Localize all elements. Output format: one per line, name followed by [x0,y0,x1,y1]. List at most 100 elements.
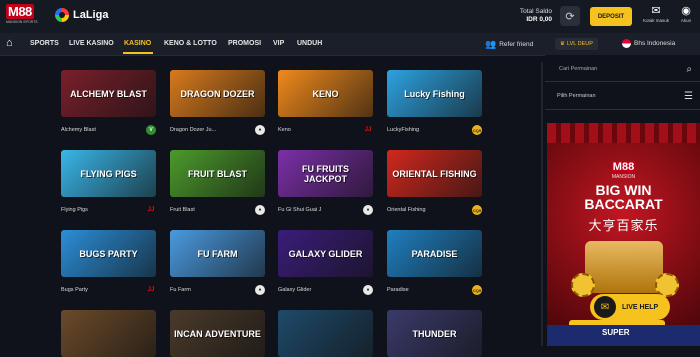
game-thumbnail[interactable]: THUNDER [387,310,482,357]
curtain-decoration [547,123,700,143]
game-thumbnail-title: FU FRUITS JACKPOT [302,163,349,184]
people-icon: 👥 [485,39,497,49]
game-thumbnail[interactable]: DRAGON DOZER [170,70,265,117]
game-thumbnail[interactable]: ORIENTAL FISHING [387,150,482,197]
nav-keno-lotto[interactable]: KENO & LOTTO [164,40,217,47]
nav-promosi[interactable]: PROMOSI [228,40,261,47]
search-icon[interactable]: ⌕ [686,64,692,75]
game-thumbnail-title: PARADISE [411,248,458,259]
account-label: Akun [680,18,692,23]
game-thumbnail[interactable]: Lucky Fishing [387,70,482,117]
refer-friend-link[interactable]: 👥 Refer friend [485,39,533,50]
partner-logo: LaLiga [55,8,108,22]
game-thumbnail-title: ORIENTAL FISHING [392,168,477,179]
game-card[interactable] [61,310,156,357]
game-filter[interactable]: Pilih Permainan ☰ [545,86,700,110]
game-card[interactable]: Lucky Fishing LuckyFishing CQ9 [387,70,482,135]
balance-display: Total Saldo IDR 0,00 [520,8,552,24]
nav-live-kasino[interactable]: LIVE KASINO [69,40,114,47]
provider-badge-icon: CQ9 [472,205,482,215]
game-card[interactable]: INCAN ADVENTURE [170,310,265,357]
game-card[interactable]: FRUIT BLAST Fruit Blast ● [170,150,265,215]
secondary-promo-text: SUPER [602,328,630,337]
nav-kasino[interactable]: KASINO [124,40,151,47]
deposit-button[interactable]: DEPOSIT [590,7,632,26]
language-selector[interactable]: Bhs Indonesia [622,39,675,48]
mail-icon: ✉ [651,5,661,17]
banner-headline-2: BACCARAT [584,196,663,212]
game-card[interactable]: ORIENTAL FISHING Oriental Fishing CQ9 [387,150,482,215]
home-icon[interactable]: ⌂ [6,37,13,49]
game-thumbnail[interactable]: PARADISE [387,230,482,277]
game-thumbnail[interactable]: FU FRUITS JACKPOT [278,150,373,197]
provider-badge-icon: ● [255,205,265,215]
game-card[interactable]: FU FARM Fu Farm ● [170,230,265,295]
game-name: LuckyFishing [387,127,420,133]
game-thumbnail[interactable] [278,310,373,357]
game-card[interactable]: THUNDER [387,310,482,357]
banner-logo-text: M88 [610,161,637,173]
game-search-input[interactable] [557,65,671,73]
provider-badge-icon: JJ [364,127,372,133]
game-card[interactable]: DRAGON DOZER Dragon Dozer Ju... ● [170,70,265,135]
brand-logo-text: M88 [6,4,48,19]
banner-logo: M88 [547,161,700,173]
game-thumbnail[interactable]: GALAXY GLIDER [278,230,373,277]
secondary-promo-banner[interactable]: SUPER [547,325,700,346]
refresh-balance-button[interactable]: ⟳ [560,6,580,26]
crown-icon: ♛ [560,41,565,47]
game-card[interactable]: GALAXY GLIDER Galaxy Glider ● [278,230,373,295]
game-name: Fu Farm [170,287,191,293]
chip-icon [571,273,595,297]
game-name: Bugs Party [61,287,88,293]
game-name: Flying Pigs [61,207,88,213]
game-thumbnail[interactable]: ALCHEMY BLAST [61,70,156,117]
game-thumbnail-title: THUNDER [412,328,457,339]
game-thumbnail-title: FRUIT BLAST [188,168,247,179]
account-button[interactable]: ◉ Akun [672,5,700,23]
game-thumbnail[interactable]: FLYING PIGS [61,150,156,197]
game-card[interactable] [278,310,373,357]
chat-icon: ✉ [594,296,616,318]
banner-logo-sub: MANSION [611,174,636,180]
nav-sports[interactable]: SPORTS [30,40,59,47]
game-name: Alchemy Blast [61,127,96,133]
balance-value: IDR 0,00 [526,16,552,23]
vip-level-badge[interactable]: ♛ LVL DEUP [555,38,598,50]
game-thumbnail[interactable]: BUGS PARTY [61,230,156,277]
inbox-button[interactable]: ✉ Kotak masuk [642,5,670,23]
game-card[interactable]: FLYING PIGS Flying Pigs JJ [61,150,156,213]
brand-logo[interactable]: M88 MANSION SPORTS [6,4,48,28]
game-name: Fu Gi Shui Guai J [278,207,322,213]
provider-badge-icon: V [146,125,156,135]
live-help-button[interactable]: ✉ LIVE HELP [590,294,670,320]
indonesia-flag-icon [622,39,631,48]
provider-badge-icon: ● [363,285,373,295]
game-thumbnail[interactable]: FRUIT BLAST [170,150,265,197]
balance-label: Total Saldo [519,8,552,15]
game-thumbnail[interactable]: FU FARM [170,230,265,277]
provider-badge-icon: ● [255,125,265,135]
banner-headline: BIG WIN BACCARAT [547,183,700,211]
user-icon: ◉ [681,5,691,17]
nav-active-indicator [123,52,153,54]
nav-unduh[interactable]: UNDUH [297,40,322,47]
game-card[interactable]: KENO Keno JJ [278,70,373,133]
live-help-label: LIVE HELP [622,303,659,311]
game-card[interactable]: ALCHEMY BLAST Alchemy Blast V [61,70,156,135]
partner-logo-text: LaLiga [73,9,109,21]
provider-badge-icon: JJ [147,207,155,213]
game-card[interactable]: PARADISE Paradise CQ9 [387,230,482,295]
provider-badge-icon: ● [363,205,373,215]
game-thumbnail[interactable]: KENO [278,70,373,117]
game-card[interactable]: BUGS PARTY Bugs Party JJ [61,230,156,293]
game-card[interactable]: FU FRUITS JACKPOT Fu Gi Shui Guai J ● [278,150,373,215]
game-thumbnail[interactable]: INCAN ADVENTURE [170,310,265,357]
game-name: Oriental Fishing [387,207,426,213]
nav-vip[interactable]: VIP [273,40,284,47]
refresh-icon: ⟳ [565,10,575,23]
scrollbar[interactable] [541,62,543,346]
brand-logo-sub: MANSION SPORTS [6,20,38,24]
game-thumbnail[interactable] [61,310,156,357]
game-thumbnail-title: GALAXY GLIDER [288,248,363,259]
